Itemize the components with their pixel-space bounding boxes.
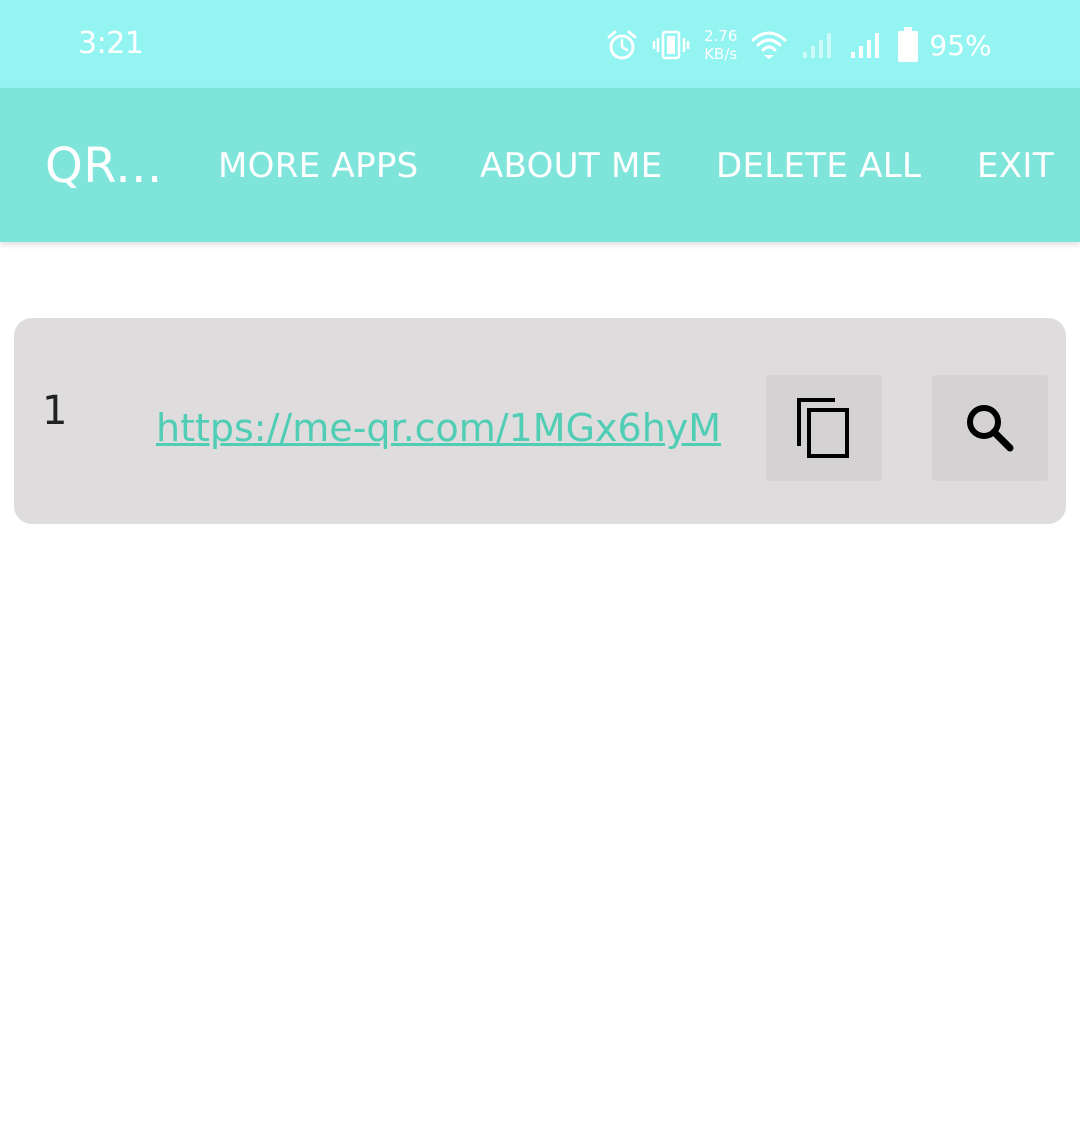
history-item-link[interactable]: https://me-qr.com/1MGx6hyM xyxy=(156,406,721,450)
status-bar: 3:21 2.76 KB/s 95% xyxy=(0,0,1080,88)
signal-sim1-icon xyxy=(803,33,832,58)
search-icon xyxy=(967,405,1014,452)
battery-icon xyxy=(898,27,919,62)
search-button[interactable] xyxy=(932,375,1048,481)
network-speed-unit: KB/s xyxy=(704,45,738,63)
status-time: 3:21 xyxy=(78,26,144,61)
menu-delete-all[interactable]: DELETE ALL xyxy=(716,146,921,186)
wifi-icon xyxy=(751,31,787,59)
network-speed: 2.76 KB/s xyxy=(704,27,737,63)
copy-icon xyxy=(797,398,849,458)
network-speed-value: 2.76 xyxy=(704,27,738,45)
menu-about-me[interactable]: ABOUT ME xyxy=(480,146,662,186)
status-icons: 2.76 KB/s 95% xyxy=(606,22,992,68)
history-item: 1 https://me-qr.com/1MGx6hyM xyxy=(14,318,1066,524)
menu-exit[interactable]: EXIT xyxy=(977,146,1054,186)
app-title: QR... xyxy=(45,138,163,194)
app-bar: QR... MORE APPS ABOUT ME DELETE ALL EXIT xyxy=(0,88,1080,242)
menu-more-apps[interactable]: MORE APPS xyxy=(218,146,419,186)
signal-sim2-icon xyxy=(851,33,880,58)
alarm-icon xyxy=(607,30,637,60)
history-item-index: 1 xyxy=(42,388,68,434)
copy-button[interactable] xyxy=(766,375,882,481)
vibrate-icon xyxy=(652,30,690,60)
battery-percent: 95% xyxy=(929,28,992,62)
